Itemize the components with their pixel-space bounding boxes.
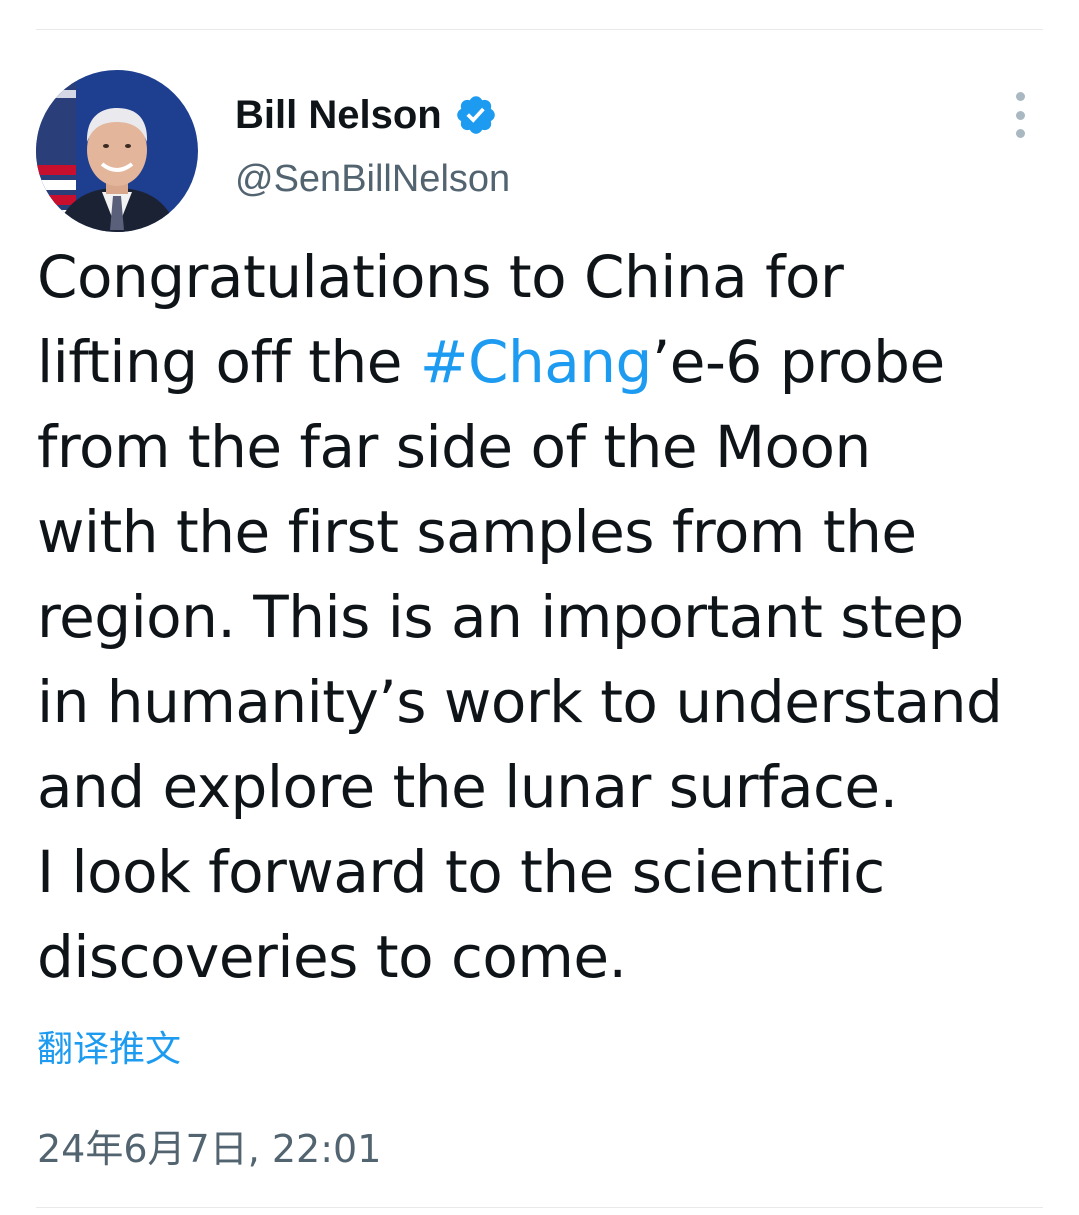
tweet-text-line: from the far side of the Moon [37, 413, 871, 481]
bottom-divider [36, 1207, 1043, 1208]
tweet-text-line: and explore the lunar surface. [37, 753, 898, 821]
more-vertical-icon-dot [1015, 110, 1025, 120]
top-divider [36, 29, 1043, 30]
author-handle[interactable]: @SenBillNelson [235, 158, 510, 201]
more-vertical-icon-dot [1015, 129, 1025, 138]
hashtag-link[interactable]: #Chang [420, 328, 652, 396]
tweet-text-line: I look forward to the scientific [37, 838, 885, 906]
more-options-button[interactable] [998, 92, 1042, 138]
tweet-text-segment: ’e-6 probe [651, 328, 945, 396]
verified-badge-icon [454, 93, 498, 137]
author-avatar[interactable] [36, 70, 198, 232]
author-display-name[interactable]: Bill Nelson [235, 93, 442, 138]
tweet-text-line: lifting off the #Chang’e-6 probe [37, 320, 1047, 405]
tweet-text-line: region. This is an important step [37, 583, 964, 651]
more-vertical-icon [1015, 92, 1025, 101]
avatar-photo [36, 70, 198, 232]
tweet-text-line: discoveries to come. [37, 923, 627, 991]
tweet-text-segment: lifting off the [37, 328, 420, 396]
tweet-text-line: with the first samples from the [37, 498, 917, 566]
tweet-text-line: Congratulations to China for [37, 243, 844, 311]
tweet-text-line: in humanity’s work to understand [37, 668, 1003, 736]
tweet-text: Congratulations to China for lifting off… [37, 235, 1047, 1000]
author-name-row: Bill Nelson [235, 92, 498, 138]
tweet-timestamp[interactable]: 24年6月7日, 22:01 [37, 1118, 381, 1173]
translate-tweet-link[interactable]: 翻译推文 [37, 1020, 181, 1072]
